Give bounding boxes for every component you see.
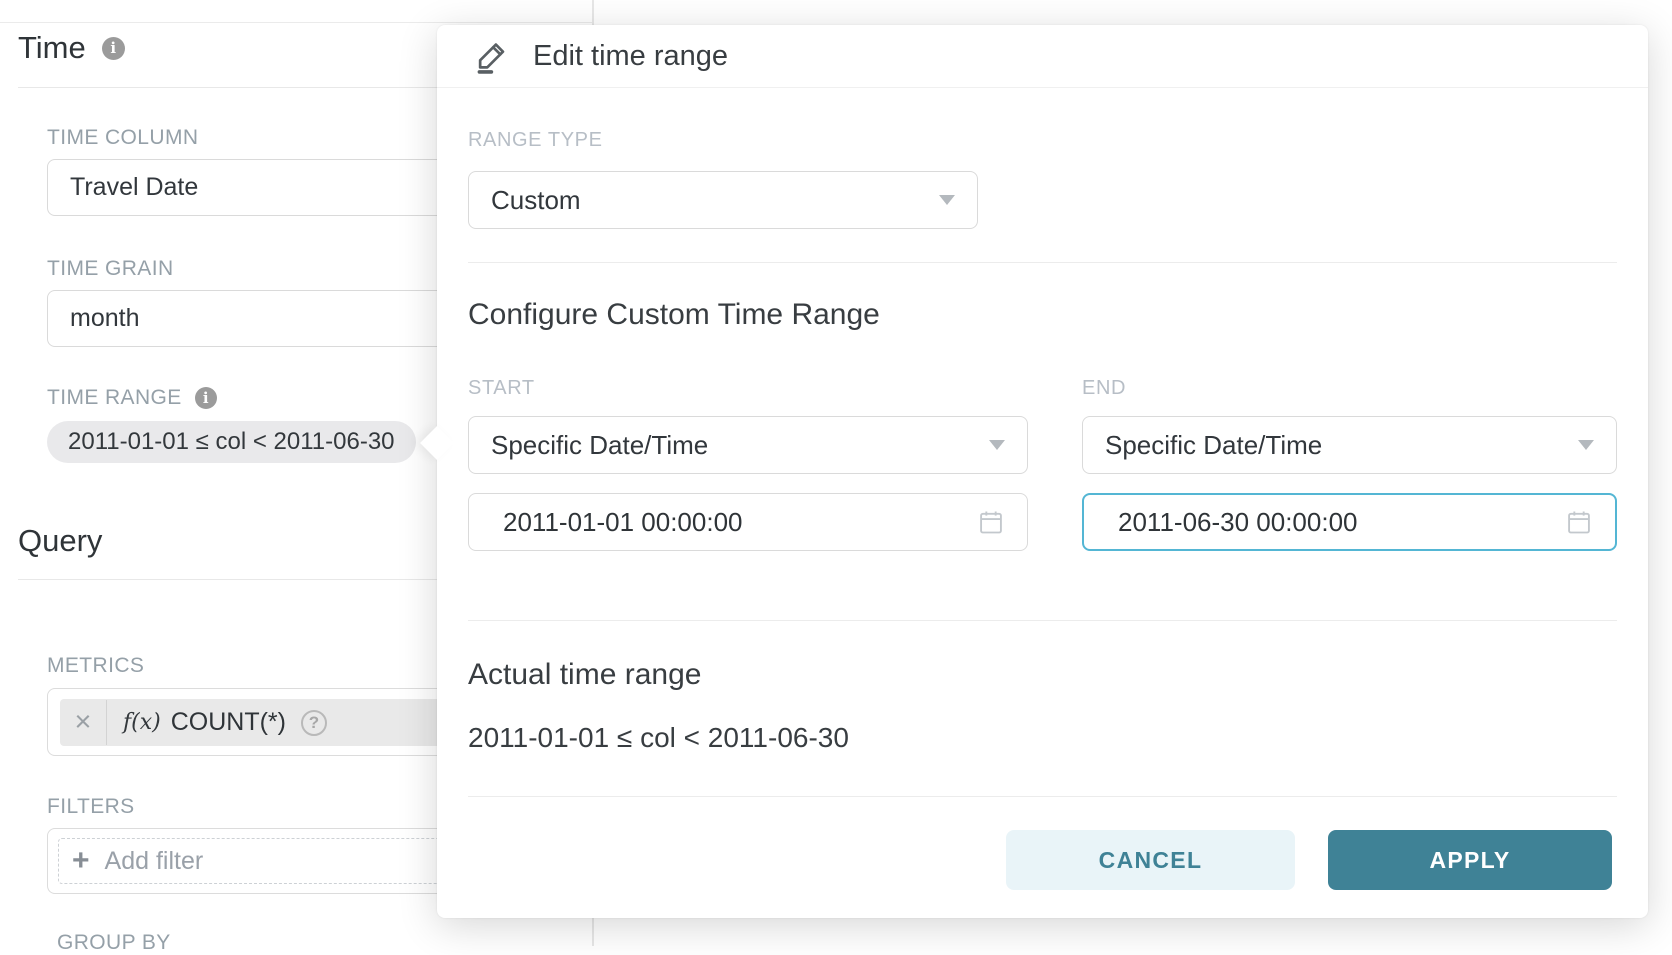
info-icon[interactable]: i [195,387,217,409]
actual-range-value: 2011-01-01 ≤ col < 2011-06-30 [468,722,849,754]
time-range-header: TIME RANGE i [47,386,217,410]
end-mode-select[interactable]: Specific Date/Time [1082,416,1617,474]
edit-time-range-modal: Edit time range RANGE TYPE Custom Config… [437,25,1648,918]
chevron-down-icon [1578,440,1594,450]
start-date-value: 2011-01-01 00:00:00 [503,507,743,538]
metrics-label: METRICS [47,654,144,678]
time-range-pill[interactable]: 2011-01-01 ≤ col < 2011-06-30 [47,421,416,463]
calendar-icon[interactable] [1565,508,1593,536]
footer-divider [468,796,1617,797]
plus-icon: + [72,846,90,876]
info-icon[interactable]: i [102,37,125,60]
chevron-down-icon [939,195,955,205]
time-column-value: Travel Date [70,173,198,202]
time-grain-value: month [70,304,139,333]
group-by-label: GROUP BY [57,931,171,955]
query-section-title: Query [18,523,102,559]
end-mode-value: Specific Date/Time [1105,430,1322,461]
range-type-label: RANGE TYPE [468,129,603,152]
apply-button[interactable]: APPLY [1328,830,1612,890]
modal-title: Edit time range [533,40,728,73]
remove-metric-icon[interactable]: × [60,700,107,745]
end-date-value: 2011-06-30 00:00:00 [1118,507,1358,538]
start-mode-value: Specific Date/Time [491,430,708,461]
edit-pencil-icon [474,38,510,74]
filters-label: FILTERS [47,795,135,819]
cancel-button[interactable]: CANCEL [1006,830,1295,890]
modal-divider [468,620,1617,621]
range-type-value: Custom [491,185,581,216]
add-filter-label: Add filter [105,847,204,876]
modal-divider [468,262,1617,263]
time-section-title: Time [18,30,86,66]
time-range-label: TIME RANGE [47,386,182,410]
time-grain-label: TIME GRAIN [47,257,174,281]
start-date-input[interactable]: 2011-01-01 00:00:00 [468,493,1028,551]
modal-header: Edit time range [437,25,1648,88]
time-section-header: Time i [18,30,125,66]
popover-arrow [420,426,454,460]
chevron-down-icon [989,440,1005,450]
metric-name: COUNT(*) [171,708,286,737]
start-label: START [468,377,535,400]
start-mode-select[interactable]: Specific Date/Time [468,416,1028,474]
range-type-select[interactable]: Custom [468,171,978,229]
configure-heading: Configure Custom Time Range [468,298,880,332]
help-icon[interactable]: ? [301,710,327,736]
calendar-icon[interactable] [977,508,1005,536]
end-date-input[interactable]: 2011-06-30 00:00:00 [1082,493,1617,551]
function-icon: f(x) [123,710,161,735]
end-label: END [1082,377,1126,400]
page-top-divider [0,22,592,23]
actual-range-heading: Actual time range [468,658,701,692]
time-column-label: TIME COLUMN [47,126,198,150]
